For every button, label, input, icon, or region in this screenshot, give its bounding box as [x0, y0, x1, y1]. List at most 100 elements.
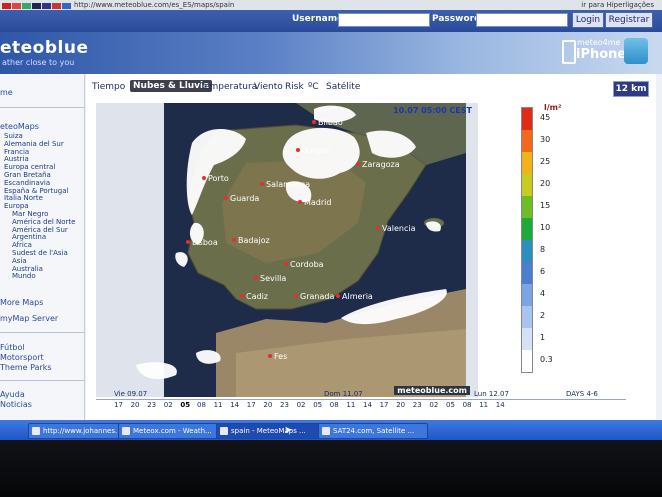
- city-marker[interactable]: [232, 238, 236, 242]
- tab-2[interactable]: Temperatura: [200, 82, 257, 92]
- timeline-day[interactable]: Lun 12.07: [474, 390, 509, 398]
- timeline-hour[interactable]: 14: [363, 401, 372, 409]
- sidebar-motorsport[interactable]: Motorsport: [0, 353, 44, 362]
- legend-swatch: [522, 130, 532, 152]
- login-button[interactable]: Login: [572, 12, 604, 28]
- city-marker[interactable]: [202, 176, 206, 180]
- timeline-hour[interactable]: 08: [197, 401, 206, 409]
- timeline-hour[interactable]: 08: [463, 401, 472, 409]
- sidebar-futbol[interactable]: Fútbol: [0, 343, 25, 352]
- timeline-hour[interactable]: 20: [396, 401, 405, 409]
- promo-small-text[interactable]: meteo4me: [577, 38, 620, 47]
- city-label: Granada: [300, 292, 334, 301]
- city-marker[interactable]: [296, 148, 300, 152]
- sidebar-noticias[interactable]: Noticias: [0, 400, 32, 409]
- city-marker[interactable]: [240, 294, 244, 298]
- timeline-hour[interactable]: 05: [180, 401, 190, 409]
- timeline-day[interactable]: Dom 11.07: [324, 390, 363, 398]
- timeline-hour[interactable]: 11: [214, 401, 223, 409]
- taskbar-item[interactable]: spain - MeteoMaps ...: [216, 423, 326, 439]
- sidebar-theme-parks[interactable]: Theme Parks: [0, 363, 52, 372]
- url-text[interactable]: http://www.meteoblue.com/es_ES/maps/spai…: [74, 0, 234, 10]
- legend-label: 20: [540, 179, 551, 188]
- monitor-bezel: [0, 440, 662, 497]
- timeline-hour[interactable]: 23: [280, 401, 289, 409]
- timeline-hour[interactable]: 02: [164, 401, 173, 409]
- sidebar-ayuda[interactable]: Ayuda: [0, 390, 25, 399]
- city-marker[interactable]: [284, 262, 288, 266]
- city-marker[interactable]: [376, 226, 380, 230]
- taskbar-item-label: http://www.johannes...: [43, 427, 122, 435]
- browser-url-bar[interactable]: http://www.meteoblue.com/es_ES/maps/spai…: [0, 0, 662, 10]
- weather-map[interactable]: Bilbao Burgos Zaragoza Porto Salamanca Guarda…: [96, 103, 478, 397]
- sidebar: me eteoMaps Suiza Alemania del Sur Francia…: [0, 74, 85, 420]
- mouse-cursor-icon: ➤: [284, 425, 293, 436]
- legend-label: 10: [540, 223, 551, 232]
- city-marker[interactable]: [294, 294, 298, 298]
- city-marker[interactable]: [260, 182, 264, 186]
- taskbar-item[interactable]: Meteox.com - Weath...: [118, 423, 228, 439]
- city-label: Almeria: [342, 292, 373, 301]
- city-marker[interactable]: [298, 200, 302, 204]
- browser-right-links[interactable]: ir para Hiperligações: [581, 0, 654, 10]
- legend-swatch: [522, 262, 532, 284]
- city-marker[interactable]: [268, 354, 272, 358]
- scale-button[interactable]: 12 km: [613, 81, 649, 97]
- legend-label: 30: [540, 135, 551, 144]
- timeline-day[interactable]: Vie 09.07: [114, 390, 147, 398]
- site-logo[interactable]: eteoblue: [0, 38, 89, 58]
- taskbar-item-label: SAT24.com, Satellite ...: [333, 427, 415, 435]
- timeline-hour[interactable]: 17: [380, 401, 389, 409]
- sidebar-map-list: Suiza Alemania del Sur Francia Austria Europ…: [4, 132, 75, 281]
- timeline-hour[interactable]: 02: [297, 401, 306, 409]
- timeline-day[interactable]: DAYS 4-6: [566, 390, 598, 398]
- register-button[interactable]: Registrar: [605, 12, 653, 28]
- legend-swatch: [522, 240, 532, 262]
- tab-0[interactable]: Tiempo: [92, 82, 125, 92]
- tab-6[interactable]: Satélite: [326, 82, 360, 92]
- timeline-hour[interactable]: 11: [346, 401, 355, 409]
- sidebar-mymap[interactable]: myMap Server: [0, 314, 58, 323]
- map-credit[interactable]: meteoblue.com: [394, 386, 470, 395]
- city-marker[interactable]: [356, 162, 360, 166]
- tab-4[interactable]: Risk: [285, 82, 304, 92]
- sidebar-home[interactable]: me: [0, 88, 13, 97]
- city-marker[interactable]: [186, 240, 190, 244]
- promo-iphone-text[interactable]: iPhone: [576, 47, 626, 62]
- username-input[interactable]: [338, 13, 430, 27]
- sidebar-meteomaps[interactable]: eteoMaps: [0, 122, 39, 131]
- timeline-hour[interactable]: 17: [114, 401, 123, 409]
- timeline-hour[interactable]: 14: [496, 401, 505, 409]
- timeline-hour[interactable]: 02: [429, 401, 438, 409]
- timeline-hour[interactable]: 14: [230, 401, 239, 409]
- timeline-hour[interactable]: 20: [263, 401, 272, 409]
- tab-3[interactable]: Viento: [254, 82, 283, 92]
- taskbar-item[interactable]: SAT24.com, Satellite ...: [318, 423, 428, 439]
- legend-swatch: [522, 328, 532, 350]
- timeline-hour[interactable]: 05: [446, 401, 455, 409]
- city-marker[interactable]: [224, 196, 228, 200]
- tab-5[interactable]: ºC: [308, 82, 319, 92]
- phone-icon[interactable]: [562, 40, 576, 64]
- timeline-hour[interactable]: 11: [479, 401, 488, 409]
- timeline-hour[interactable]: 05: [313, 401, 322, 409]
- timeline-hour[interactable]: 20: [131, 401, 140, 409]
- password-input[interactable]: [476, 13, 568, 27]
- site-banner: eteoblue ather close to you meteo4me iPh…: [0, 32, 662, 74]
- legend-swatch: [522, 152, 532, 174]
- timeline: Vie 09.07 Sáb 10.07 Dom 11.07 Lun 12.07 DAYS…: [96, 390, 626, 418]
- username-label: Username: [292, 14, 344, 24]
- timeline-day[interactable]: Sáb 10.07: [174, 390, 209, 398]
- sidebar-divider: [0, 107, 84, 108]
- sidebar-item[interactable]: Mundo: [4, 273, 75, 281]
- timeline-hour[interactable]: 17: [247, 401, 256, 409]
- timeline-hour[interactable]: 23: [147, 401, 156, 409]
- timeline-hour[interactable]: 23: [413, 401, 422, 409]
- city-marker[interactable]: [312, 120, 316, 124]
- site-slogan: ather close to you: [2, 58, 75, 67]
- city-marker[interactable]: [336, 294, 340, 298]
- timeline-hour[interactable]: 08: [330, 401, 339, 409]
- sidebar-more-maps[interactable]: More Maps: [0, 298, 43, 307]
- app-icon[interactable]: [624, 38, 648, 64]
- city-marker[interactable]: [254, 276, 258, 280]
